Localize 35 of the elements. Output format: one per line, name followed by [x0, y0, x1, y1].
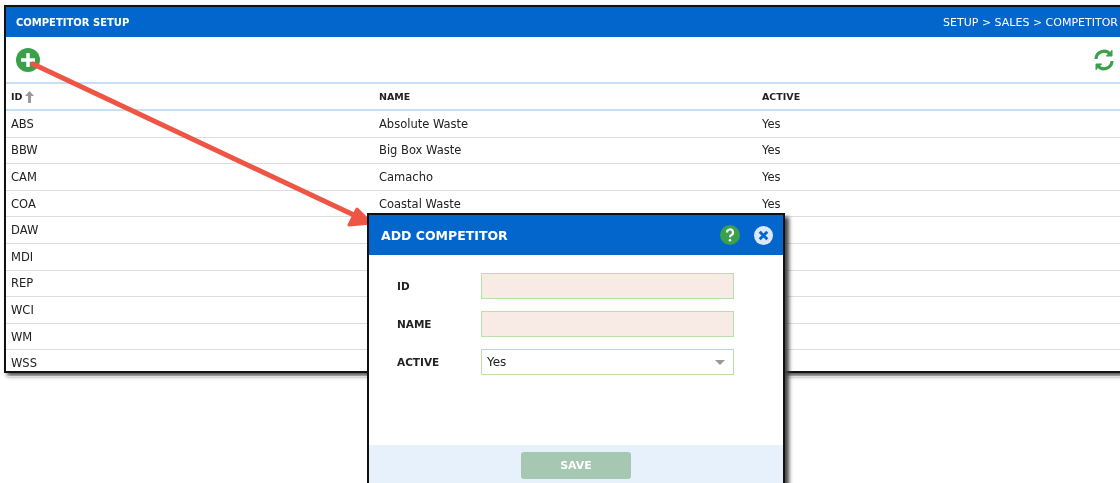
- table-cell-text: MDI: [10, 249, 35, 264]
- table-cell-text: CAM: [10, 170, 38, 184]
- help-icon[interactable]: [720, 225, 740, 245]
- table-cell-text: DAW: [10, 223, 40, 238]
- table-cell-text: Absolute Waste: [378, 116, 470, 131]
- table-cell-text: Coastal Waste: [378, 196, 462, 211]
- input-field[interactable]: [481, 311, 734, 337]
- column-header[interactable]: ID: [11, 91, 23, 102]
- column-header[interactable]: NAME: [379, 91, 411, 102]
- table-cell-text: Camacho: [378, 170, 434, 184]
- column-header[interactable]: ACTIVE: [762, 91, 801, 102]
- close-icon[interactable]: [754, 225, 773, 245]
- table-cell-text: WSS: [10, 356, 38, 371]
- panel-title: COMPETITOR SETUP: [16, 16, 130, 28]
- table-cell-text: Yes: [761, 143, 782, 158]
- table-cell-text: BBW: [10, 143, 39, 158]
- table-cell-text: Big Box Waste: [378, 143, 463, 158]
- caret-icon: [715, 359, 725, 365]
- field-label: ID: [397, 280, 411, 292]
- add-button[interactable]: [16, 47, 40, 72]
- input-field[interactable]: [481, 273, 734, 299]
- dialog-title: ADD COMPETITOR: [381, 227, 509, 243]
- table-cell-text: Yes: [761, 170, 782, 184]
- field-label: NAME: [397, 318, 433, 330]
- table-cell-text: COA: [10, 196, 37, 211]
- table-cell-text: ABS: [10, 116, 35, 131]
- select-field[interactable]: Yes: [481, 349, 734, 375]
- table-cell-text: WM: [10, 329, 34, 344]
- breadcrumb: SETUP > SALES > COMPETITOR: [943, 15, 1118, 29]
- refresh-button[interactable]: [1092, 47, 1116, 72]
- table-cell-text: REP: [10, 276, 35, 291]
- field-label: ACTIVE: [397, 356, 441, 368]
- table-cell-text: WCI: [10, 302, 35, 317]
- table-cell-text: Yes: [761, 116, 782, 131]
- table-cell-text: Yes: [761, 196, 782, 211]
